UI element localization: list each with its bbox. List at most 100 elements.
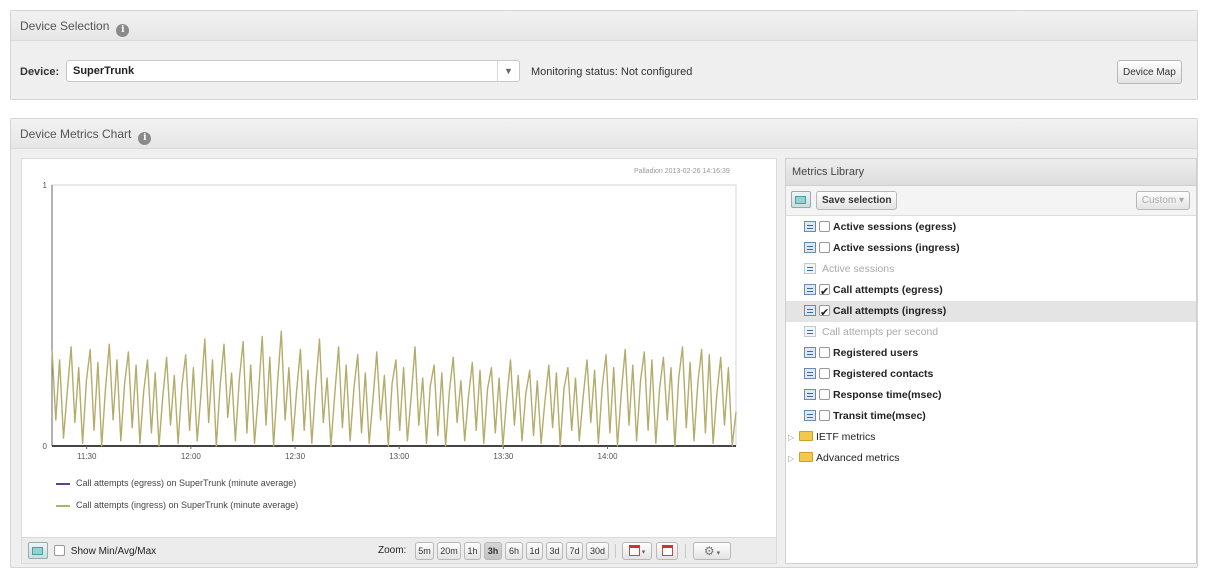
show-minmax-checkbox[interactable] [54, 545, 65, 556]
calendar-icon [662, 545, 673, 556]
export-icon[interactable] [28, 542, 48, 559]
metric-label: Registered contacts [833, 368, 934, 380]
metric-icon [804, 263, 816, 274]
metric-folder[interactable]: ▷ Advanced metrics [786, 448, 1196, 469]
metric-item[interactable]: Registered contacts [786, 364, 1196, 385]
y-tick-label: 1 [43, 181, 48, 190]
device-select[interactable]: SuperTrunk ▼ [66, 60, 520, 82]
x-tick-label: 14:00 [598, 452, 619, 461]
metric-checkbox[interactable] [819, 368, 830, 379]
metric-label: Call attempts per second [822, 326, 939, 338]
device-metrics-chart-panel: Device Metrics Chart i Palladion 2013-02-… [10, 118, 1198, 568]
show-minmax-toggle[interactable]: Show Min/Avg/Max [54, 545, 156, 557]
add-metric-icon[interactable] [791, 191, 811, 208]
metric-checkbox[interactable] [819, 282, 830, 303]
calendar-reset-button[interactable] [656, 542, 678, 560]
metric-checkbox[interactable] [819, 221, 830, 232]
metric-item[interactable]: Active sessions (ingress) [786, 238, 1196, 259]
zoom-30d-button[interactable]: 30d [586, 542, 609, 560]
zoom-5m-button[interactable]: 5m [415, 542, 434, 560]
legend-item-ingress[interactable]: Call attempts (ingress) on SuperTrunk (m… [56, 500, 298, 510]
zoom-3d-button[interactable]: 3d [546, 542, 563, 560]
legend-label-ingress: Call attempts (ingress) on SuperTrunk (m… [76, 500, 299, 510]
zoom-3h-button[interactable]: 3h [484, 542, 502, 560]
device-metrics-chart-header: Device Metrics Chart i [11, 119, 1197, 149]
y-tick-label: 0 [43, 442, 48, 451]
metric-checkbox[interactable] [819, 303, 830, 324]
chart-footer-toolbar: Show Min/Avg/Max Zoom: 5m 20m 1h 3h 6h 1… [22, 537, 776, 563]
device-selection-title: Device Selection [20, 19, 110, 33]
monitoring-status: Monitoring status: Not configured [531, 66, 693, 78]
metric-icon [804, 347, 816, 358]
metric-label: Active sessions (ingress) [833, 242, 960, 254]
custom-dropdown-button[interactable]: Custom ▾ [1135, 191, 1190, 210]
chevron-down-icon[interactable]: ▼ [497, 61, 519, 81]
expand-icon[interactable]: ▷ [788, 427, 796, 448]
metric-item[interactable]: Active sessions (egress) [786, 217, 1196, 238]
toolbar-divider [615, 544, 616, 558]
metric-item[interactable]: Registered users [786, 343, 1196, 364]
x-tick-label: 12:30 [285, 452, 306, 461]
metric-label: Active sessions (egress) [833, 221, 957, 233]
metric-item[interactable]: Active sessions [786, 259, 1196, 280]
metric-item[interactable]: Call attempts (ingress) [786, 301, 1196, 324]
metric-label: Call attempts (egress) [833, 284, 943, 296]
metric-label: Response time(msec) [833, 389, 942, 401]
expand-icon[interactable]: ▷ [788, 448, 796, 469]
legend-label-egress: Call attempts (egress) on SuperTrunk (mi… [76, 478, 297, 488]
metric-item[interactable]: Call attempts (egress) [786, 280, 1196, 303]
metric-item[interactable]: Response time(msec) [786, 385, 1196, 406]
zoom-1d-button[interactable]: 1d [526, 542, 543, 560]
folder-label: IETF metrics [816, 431, 876, 443]
metric-icon [804, 326, 816, 337]
metric-item[interactable]: Call attempts per second [786, 322, 1196, 343]
metric-item[interactable]: Transit time(msec) [786, 406, 1196, 427]
folder-icon [799, 431, 813, 441]
metric-label: Transit time(msec) [833, 410, 926, 422]
metric-checkbox[interactable] [819, 242, 830, 253]
device-label: Device: [20, 66, 60, 78]
zoom-1h-button[interactable]: 1h [464, 542, 481, 560]
folder-label: Advanced metrics [816, 452, 900, 464]
zoom-label: Zoom: [378, 545, 407, 556]
device-metrics-chart-title: Device Metrics Chart [20, 127, 132, 141]
metric-checkbox[interactable] [819, 347, 830, 358]
toolbar-divider [685, 544, 686, 558]
device-selection-panel: Device Selection i [10, 10, 1198, 100]
zoom-6h-button[interactable]: 6h [505, 542, 523, 560]
x-tick-label: 13:30 [493, 452, 514, 461]
zoom-20m-button[interactable]: 20m [437, 542, 461, 560]
calendar-dropdown-button[interactable]: ▾ [622, 542, 652, 560]
save-selection-button[interactable]: Save selection [816, 191, 898, 210]
x-tick-label: 13:00 [389, 452, 410, 461]
info-icon[interactable]: i [138, 132, 152, 145]
metric-icon [804, 284, 816, 295]
metric-checkbox[interactable] [819, 410, 830, 421]
metric-folder[interactable]: ▷ IETF metrics [786, 427, 1196, 448]
metrics-library-toolbar: Save selection Custom ▾ [786, 186, 1196, 216]
zoom-7d-button[interactable]: 7d [566, 542, 583, 560]
metric-icon [804, 368, 816, 379]
metric-label: Active sessions [822, 263, 895, 275]
gear-icon: ⚙ [703, 544, 715, 558]
device-selection-header: Device Selection i [11, 11, 1197, 41]
show-minmax-label: Show Min/Avg/Max [70, 546, 157, 557]
legend-swatch-egress [56, 482, 70, 485]
legend-item-egress[interactable]: Call attempts (egress) on SuperTrunk (mi… [56, 478, 296, 488]
metric-icon [804, 221, 816, 232]
folder-icon [799, 452, 813, 462]
metric-icon [804, 410, 816, 421]
calendar-icon [628, 545, 640, 556]
metric-label: Call attempts (ingress) [833, 305, 947, 317]
device-map-button[interactable]: Device Map [1117, 60, 1182, 84]
metric-icon [804, 305, 816, 316]
metric-checkbox[interactable] [819, 389, 830, 400]
plot-area [51, 184, 737, 447]
x-tick-label: 11:30 [77, 452, 97, 461]
metric-label: Registered users [833, 347, 919, 359]
device-select-value: SuperTrunk [73, 65, 135, 77]
legend-swatch-ingress [56, 504, 70, 507]
metrics-library-title: Metrics Library [786, 159, 1196, 186]
settings-dropdown-button[interactable]: ⚙ ▾ [693, 542, 731, 560]
info-icon[interactable]: i [116, 24, 130, 37]
